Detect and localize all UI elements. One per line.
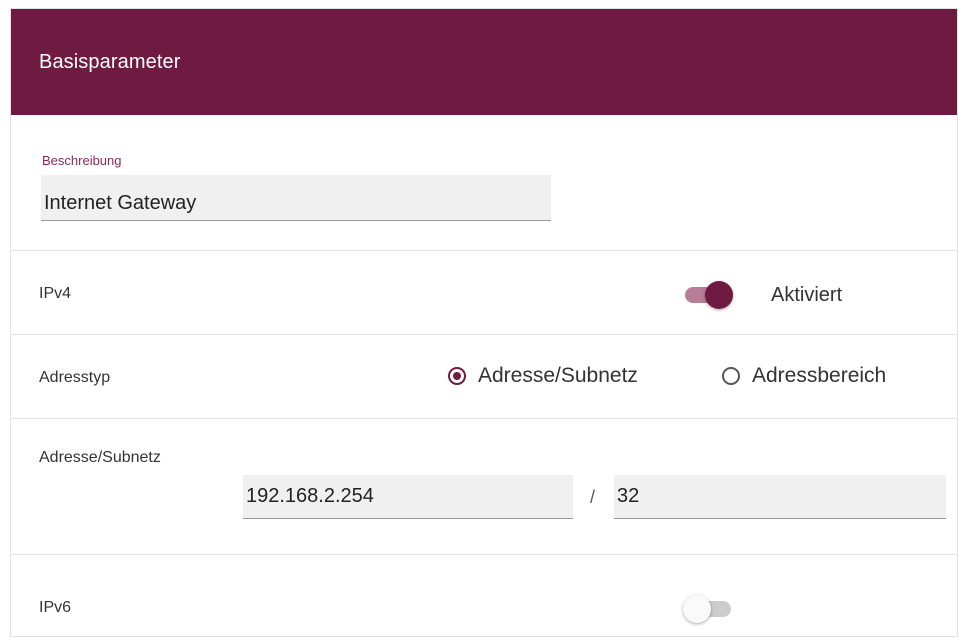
radio-adressbereich[interactable]: Adressbereich [722, 364, 886, 388]
adresstyp-label: Adresstyp [39, 369, 111, 386]
radio-checked-icon [448, 367, 466, 385]
row-adresstyp: Adresstyp Adresse/Subnetz Adressbereich [11, 335, 957, 419]
ipv6-toggle-knob [683, 595, 711, 623]
subnet-prefix-input[interactable] [614, 475, 946, 519]
ipv4-toggle-knob [705, 281, 733, 309]
radio-adresse-subnetz-label: Adresse/Subnetz [478, 364, 638, 387]
adresse-subnetz-label: Adresse/Subnetz [39, 449, 161, 466]
ipv6-toggle[interactable] [679, 592, 735, 626]
beschreibung-input[interactable] [41, 175, 551, 221]
panel-title: Basisparameter [39, 51, 181, 73]
ip-address-input[interactable] [243, 475, 573, 519]
row-adresse-subnetz: Adresse/Subnetz / [11, 419, 957, 555]
radio-adresse-subnetz[interactable]: Adresse/Subnetz [448, 364, 638, 388]
row-ipv6: IPv6 [11, 555, 957, 637]
ipv4-state-text: Aktiviert [771, 284, 843, 306]
ipv6-label: IPv6 [39, 599, 72, 616]
panel-header: Basisparameter [11, 9, 957, 115]
radio-unchecked-icon [722, 367, 740, 385]
ipv4-label: IPv4 [39, 285, 72, 302]
radio-adressbereich-label: Adressbereich [752, 364, 887, 387]
basisparameter-panel: Basisparameter Beschreibung IPv4 Aktivie… [10, 8, 958, 637]
beschreibung-label: Beschreibung [42, 153, 122, 168]
subnet-separator: / [590, 487, 596, 507]
row-beschreibung: Beschreibung [11, 115, 957, 251]
row-ipv4: IPv4 Aktiviert [11, 251, 957, 335]
ipv4-toggle[interactable] [679, 278, 735, 312]
